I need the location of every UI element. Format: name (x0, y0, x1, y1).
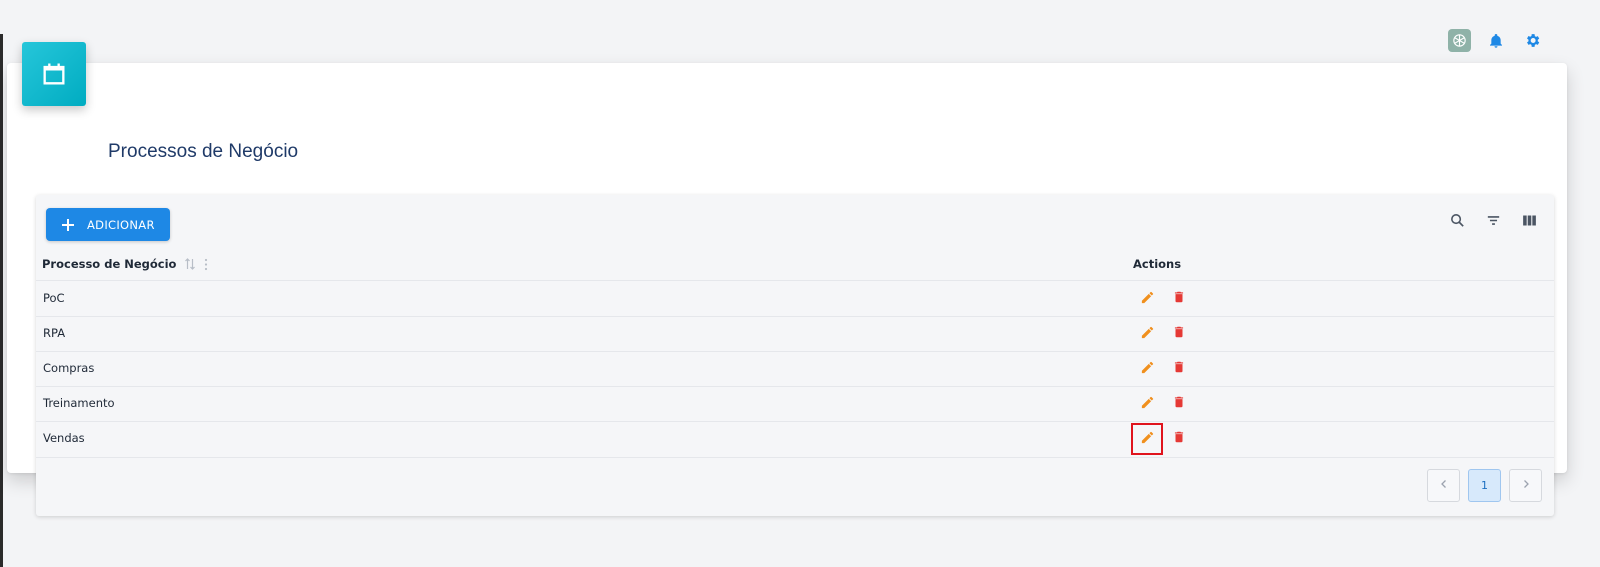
page-button-current[interactable]: 1 (1468, 469, 1501, 502)
add-button-label: ADICIONAR (87, 217, 155, 232)
row-process-name: RPA (43, 326, 66, 340)
delete-button[interactable] (1167, 322, 1191, 346)
filter-icon[interactable] (1482, 209, 1504, 231)
table-row[interactable]: Treinamento (36, 386, 1554, 422)
column-header-process-label: Processo de Negócio (42, 257, 177, 271)
table-row[interactable]: Vendas (36, 421, 1554, 456)
columns-icon[interactable] (1518, 209, 1540, 231)
trash-icon (1172, 394, 1186, 414)
table-row[interactable]: RPA (36, 316, 1554, 352)
pencil-icon (1140, 395, 1155, 414)
data-grid: ADICIONAR Processo de Negócio Actions Po… (36, 195, 1554, 516)
edit-button[interactable] (1135, 287, 1159, 311)
trash-icon (1172, 324, 1186, 344)
pencil-icon (1140, 430, 1155, 449)
row-actions (1133, 287, 1191, 311)
column-menu-icon[interactable] (204, 258, 208, 271)
row-actions (1133, 392, 1191, 416)
row-actions (1133, 322, 1191, 346)
row-process-name: Compras (43, 361, 95, 375)
grid-toolbar (1432, 209, 1540, 231)
table-row[interactable]: Compras (36, 351, 1554, 387)
delete-button[interactable] (1167, 287, 1191, 311)
pencil-icon (1140, 325, 1155, 344)
gear-icon[interactable] (1521, 30, 1543, 52)
table-header: Processo de Negócio Actions (36, 247, 1554, 281)
search-icon[interactable] (1446, 209, 1468, 231)
column-header-process[interactable]: Processo de Negócio (42, 257, 208, 271)
page-title: Processos de Negócio (108, 141, 299, 162)
prev-page-button[interactable] (1427, 469, 1460, 502)
trash-icon (1172, 429, 1186, 449)
plus-icon (58, 215, 78, 235)
column-header-actions: Actions (1133, 257, 1182, 271)
add-button[interactable]: ADICIONAR (46, 208, 170, 241)
table-footer: 1 (36, 457, 1554, 517)
left-edge-divider (0, 34, 3, 567)
table-row[interactable]: PoC (36, 281, 1554, 317)
pagination: 1 (1419, 469, 1542, 502)
pencil-icon (1140, 290, 1155, 309)
sort-icon[interactable] (184, 257, 196, 271)
row-process-name: Vendas (43, 431, 85, 445)
trash-icon (1172, 359, 1186, 379)
chevron-right-icon (1522, 479, 1530, 492)
row-process-name: Treinamento (43, 396, 115, 410)
calendar-icon (22, 42, 86, 106)
delete-button[interactable] (1167, 427, 1191, 451)
delete-button[interactable] (1167, 357, 1191, 381)
bell-icon[interactable] (1485, 30, 1507, 52)
edit-button[interactable] (1135, 322, 1159, 346)
row-actions (1131, 423, 1191, 455)
edit-button[interactable] (1135, 392, 1159, 416)
main-card: Processos de Negócio ADICIONAR Processo … (7, 63, 1567, 516)
next-page-button[interactable] (1509, 469, 1542, 502)
row-process-name: PoC (43, 291, 65, 305)
app-logo-icon[interactable] (1448, 29, 1471, 52)
top-right-toolbar (1448, 29, 1543, 52)
trash-icon (1172, 289, 1186, 309)
edit-button[interactable] (1131, 423, 1163, 455)
delete-button[interactable] (1167, 392, 1191, 416)
chevron-left-icon (1440, 479, 1448, 492)
pencil-icon (1140, 360, 1155, 379)
row-actions (1133, 357, 1191, 381)
edit-button[interactable] (1135, 357, 1159, 381)
